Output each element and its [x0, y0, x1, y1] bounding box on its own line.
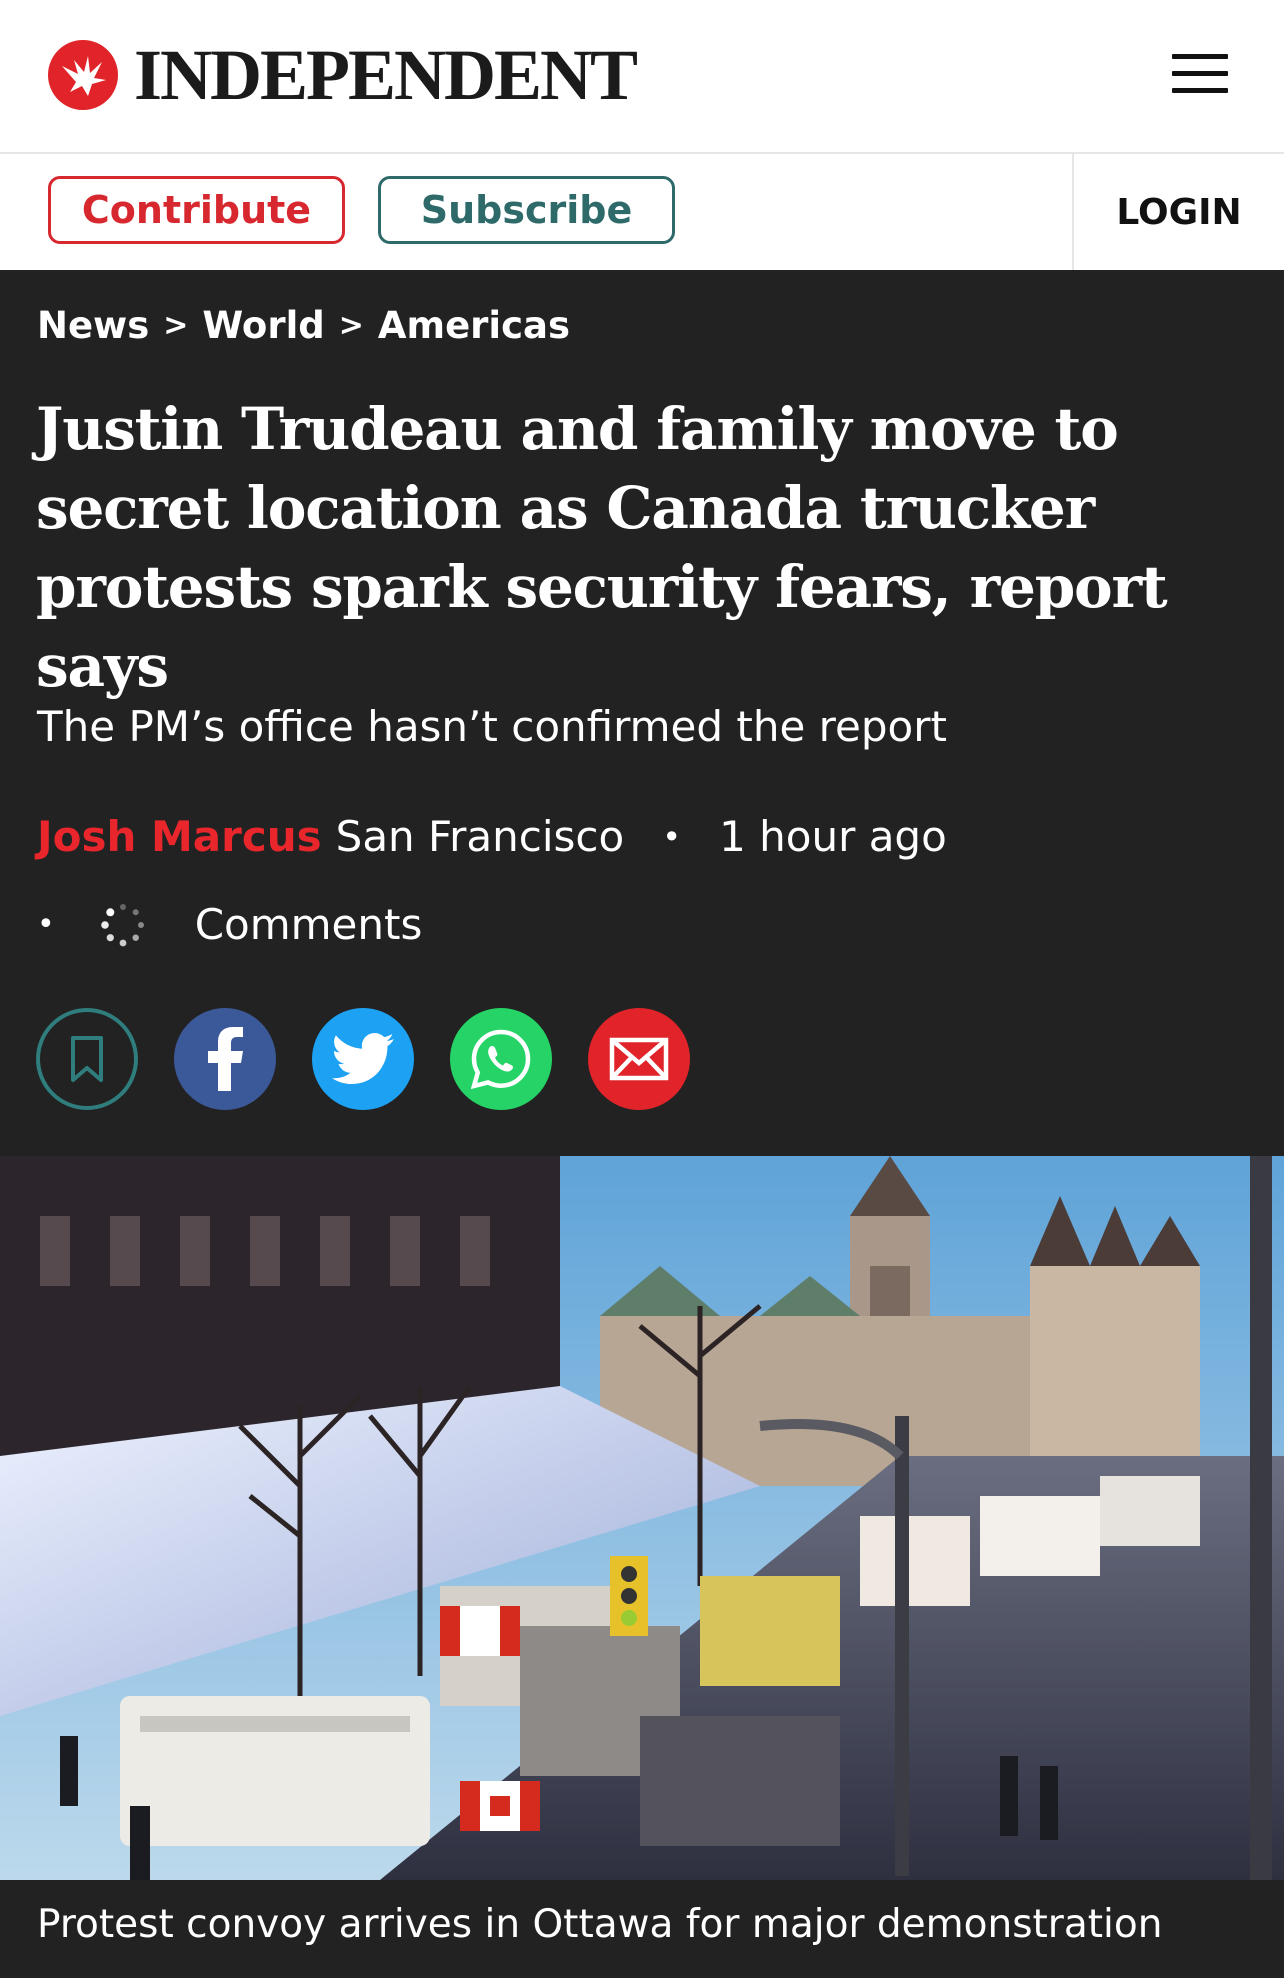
author-link[interactable]: Josh Marcus: [37, 812, 322, 861]
comments-link[interactable]: Comments: [195, 900, 423, 949]
hero-photo-illustration: [0, 1156, 1284, 1880]
login-link[interactable]: LOGIN: [1116, 192, 1241, 233]
loading-spinner-icon: [100, 903, 144, 946]
bookmark-button[interactable]: [36, 1008, 138, 1110]
breadcrumb-world[interactable]: World: [202, 304, 324, 347]
breadcrumb-separator-icon: >: [163, 308, 189, 343]
email-share-button[interactable]: [588, 1008, 690, 1110]
facebook-share-button[interactable]: [174, 1008, 276, 1110]
hamburger-menu-icon[interactable]: [1172, 54, 1228, 94]
breadcrumb-separator-icon: >: [338, 308, 364, 343]
comments-row: • Comments: [37, 900, 422, 949]
breadcrumb-americas[interactable]: Americas: [378, 304, 570, 347]
author-location: San Francisco: [335, 812, 625, 861]
bookmark-icon: [71, 1036, 103, 1082]
email-icon: [609, 1037, 669, 1081]
subscribe-button[interactable]: Subscribe: [378, 176, 675, 244]
image-caption-bar: Protest convoy arrives in Ottawa for maj…: [0, 1880, 1284, 1978]
site-header: INDEPENDENT: [0, 0, 1284, 154]
article-byline: Josh Marcus San Francisco • 1 hour ago: [37, 812, 947, 861]
breadcrumb-news[interactable]: News: [37, 304, 149, 347]
site-logo[interactable]: INDEPENDENT: [48, 35, 638, 115]
login-area: LOGIN: [1072, 154, 1284, 270]
image-caption: Protest convoy arrives in Ottawa for maj…: [37, 1902, 1163, 1947]
subscription-bar: Contribute Subscribe LOGIN: [0, 154, 1284, 270]
whatsapp-icon: [470, 1029, 531, 1090]
hero-image[interactable]: [0, 1156, 1284, 1880]
separator-dot-icon: •: [662, 817, 682, 856]
separator-dot-icon: •: [37, 907, 55, 942]
breadcrumb: News > World > Americas: [37, 304, 570, 347]
twitter-icon: [332, 1033, 394, 1084]
eagle-logo-icon: [48, 40, 118, 110]
facebook-icon: [208, 1027, 243, 1091]
publish-time: 1 hour ago: [719, 812, 947, 861]
site-logo-text: INDEPENDENT: [134, 35, 638, 115]
whatsapp-share-button[interactable]: [450, 1008, 552, 1110]
twitter-share-button[interactable]: [312, 1008, 414, 1110]
contribute-button[interactable]: Contribute: [48, 176, 345, 244]
article-standfirst: The PM’s office hasn’t confirmed the rep…: [37, 702, 947, 751]
article-headline: Justin Trudeau and family move to secret…: [36, 395, 1168, 700]
